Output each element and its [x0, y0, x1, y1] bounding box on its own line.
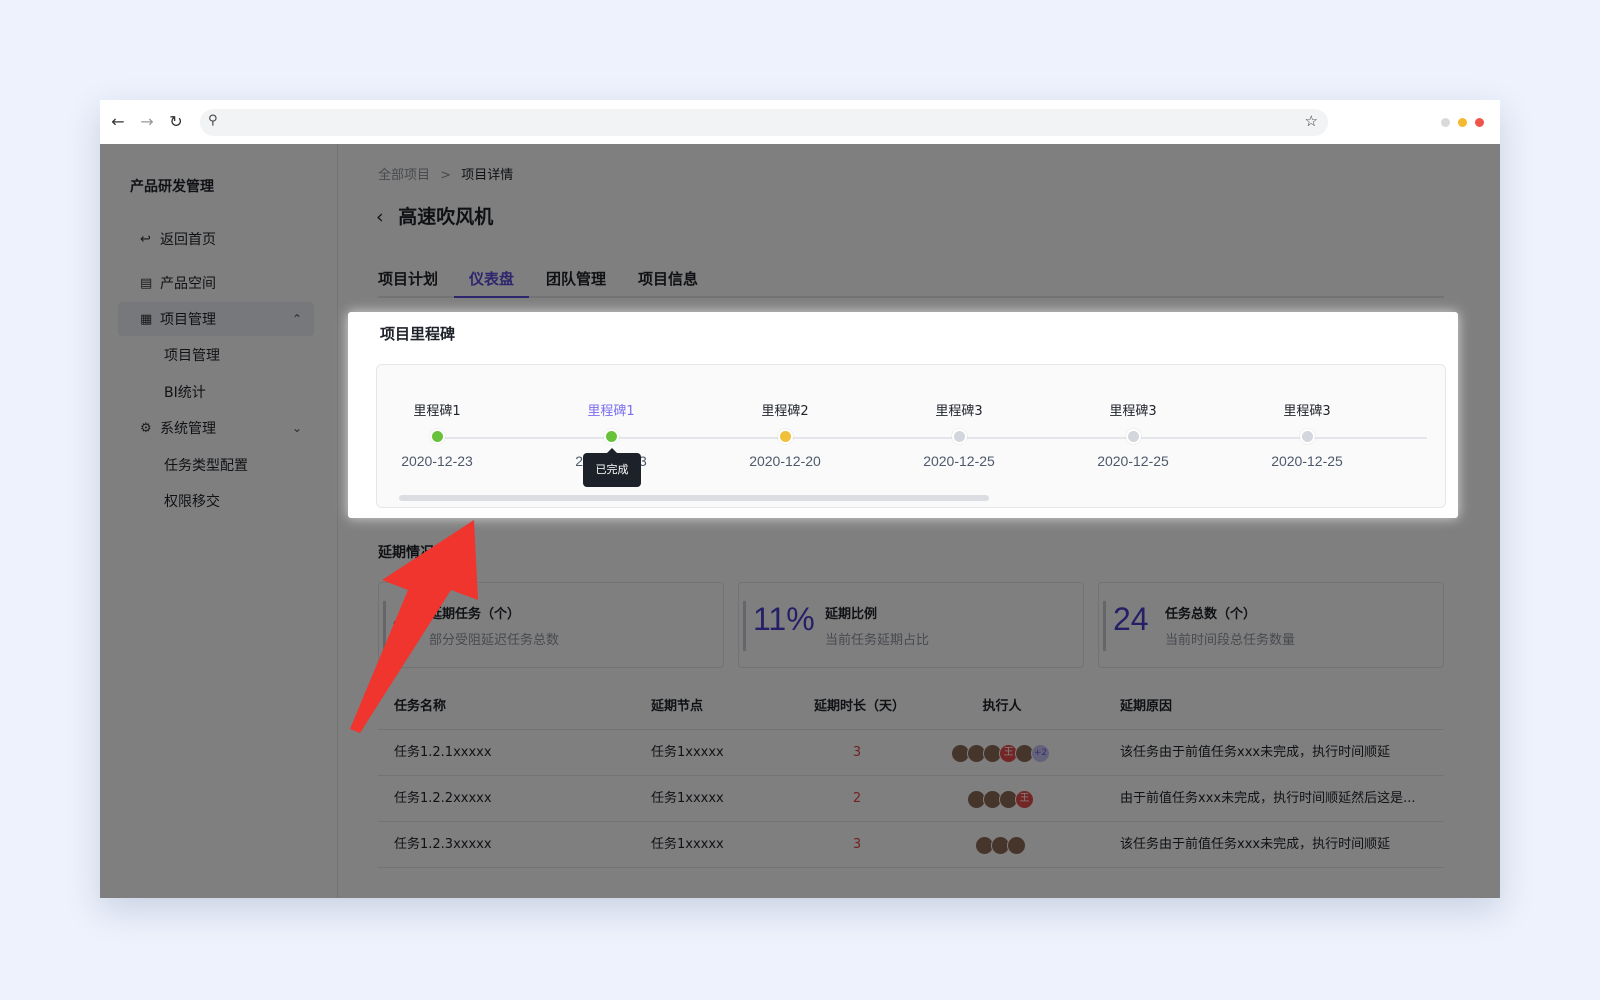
arrow-shape	[350, 520, 478, 733]
annotation-arrow	[350, 520, 478, 733]
